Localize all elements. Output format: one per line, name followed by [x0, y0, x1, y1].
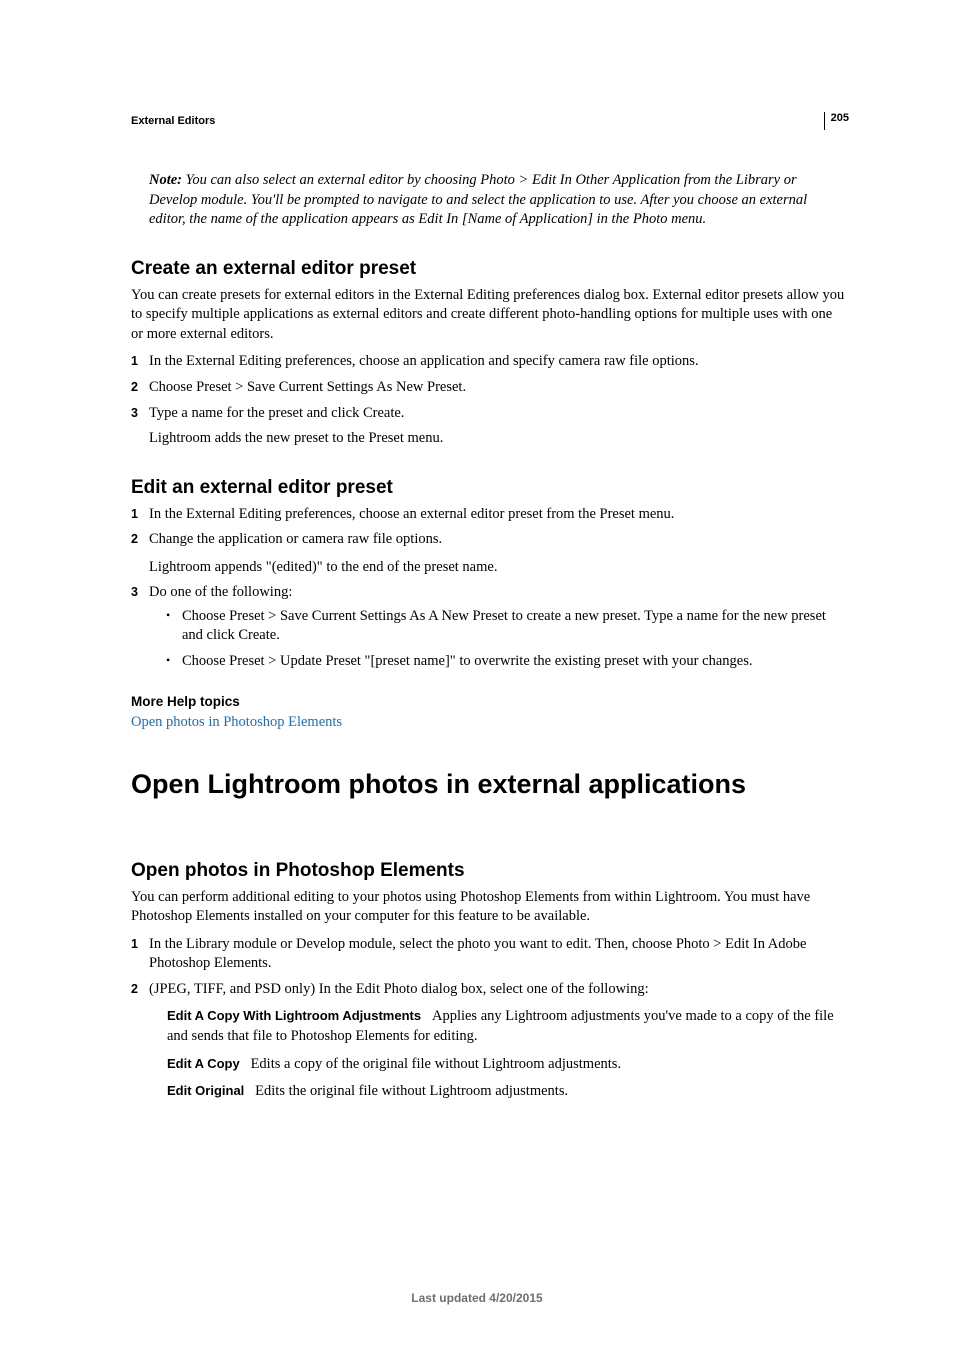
runin-item: Edit Original Edits the original file wi…: [167, 1082, 845, 1102]
running-header: External Editors: [131, 115, 845, 127]
runin-label: Edit A Copy: [167, 1056, 240, 1071]
list-item: In the External Editing preferences, cho…: [131, 505, 845, 525]
heading-edit-preset: Edit an external editor preset: [131, 477, 845, 499]
page-number: 205: [824, 112, 849, 130]
section3-steps: In the Library module or Develop module,…: [131, 935, 845, 1102]
runin-text: [243, 1056, 250, 1072]
main-heading: Open Lightroom photos in external applic…: [131, 769, 845, 800]
section3-intro: You can perform additional editing to yo…: [131, 888, 845, 927]
runin-body: Edits the original file without Lightroo…: [255, 1083, 568, 1099]
list-item: Change the application or camera raw fil…: [131, 530, 845, 577]
runin-label: Edit Original: [167, 1083, 244, 1098]
runin-item: Edit A Copy With Lightroom Adjustments A…: [167, 1007, 845, 1046]
note-label: Note:: [149, 172, 182, 188]
heading-open-pse: Open photos in Photoshop Elements: [131, 860, 845, 882]
section1-intro: You can create presets for external edit…: [131, 286, 845, 345]
step-followup: Lightroom adds the new preset to the Pre…: [149, 429, 845, 449]
list-item: Type a name for the preset and click Cre…: [131, 404, 845, 449]
heading-create-preset: Create an external editor preset: [131, 258, 845, 280]
step-text: (JPEG, TIFF, and PSD only) In the Edit P…: [149, 981, 649, 997]
list-item: In the External Editing preferences, cho…: [131, 352, 845, 372]
runin-text: [425, 1008, 432, 1024]
note-text: You can also select an external editor b…: [149, 172, 807, 227]
section2-bullets: Choose Preset > Save Current Settings As…: [166, 607, 845, 672]
step-text: Change the application or camera raw fil…: [149, 531, 442, 547]
list-item: In the Library module or Develop module,…: [131, 935, 845, 974]
list-item: Choose Preset > Save Current Settings As…: [166, 607, 845, 646]
step-followup: Lightroom appends "(edited)" to the end …: [149, 558, 845, 578]
list-item: (JPEG, TIFF, and PSD only) In the Edit P…: [131, 980, 845, 1102]
step-text: Type a name for the preset and click Cre…: [149, 405, 404, 421]
runin-item: Edit A Copy Edits a copy of the original…: [167, 1055, 845, 1075]
page-footer: Last updated 4/20/2015: [0, 1291, 954, 1305]
step-text: Do one of the following:: [149, 584, 292, 600]
note-block: Note: You can also select an external ed…: [149, 171, 845, 230]
list-item: Do one of the following: Choose Preset >…: [131, 583, 845, 671]
section1-steps: In the External Editing preferences, cho…: [131, 352, 845, 448]
list-item: Choose Preset > Save Current Settings As…: [131, 378, 845, 398]
runin-body: Edits a copy of the original file withou…: [251, 1056, 622, 1072]
more-help-heading: More Help topics: [131, 694, 845, 709]
list-item: Choose Preset > Update Preset "[preset n…: [166, 652, 845, 672]
link-open-photos-pse[interactable]: Open photos in Photoshop Elements: [131, 714, 342, 730]
runin-label: Edit A Copy With Lightroom Adjustments: [167, 1008, 421, 1023]
section2-steps: In the External Editing preferences, cho…: [131, 505, 845, 672]
